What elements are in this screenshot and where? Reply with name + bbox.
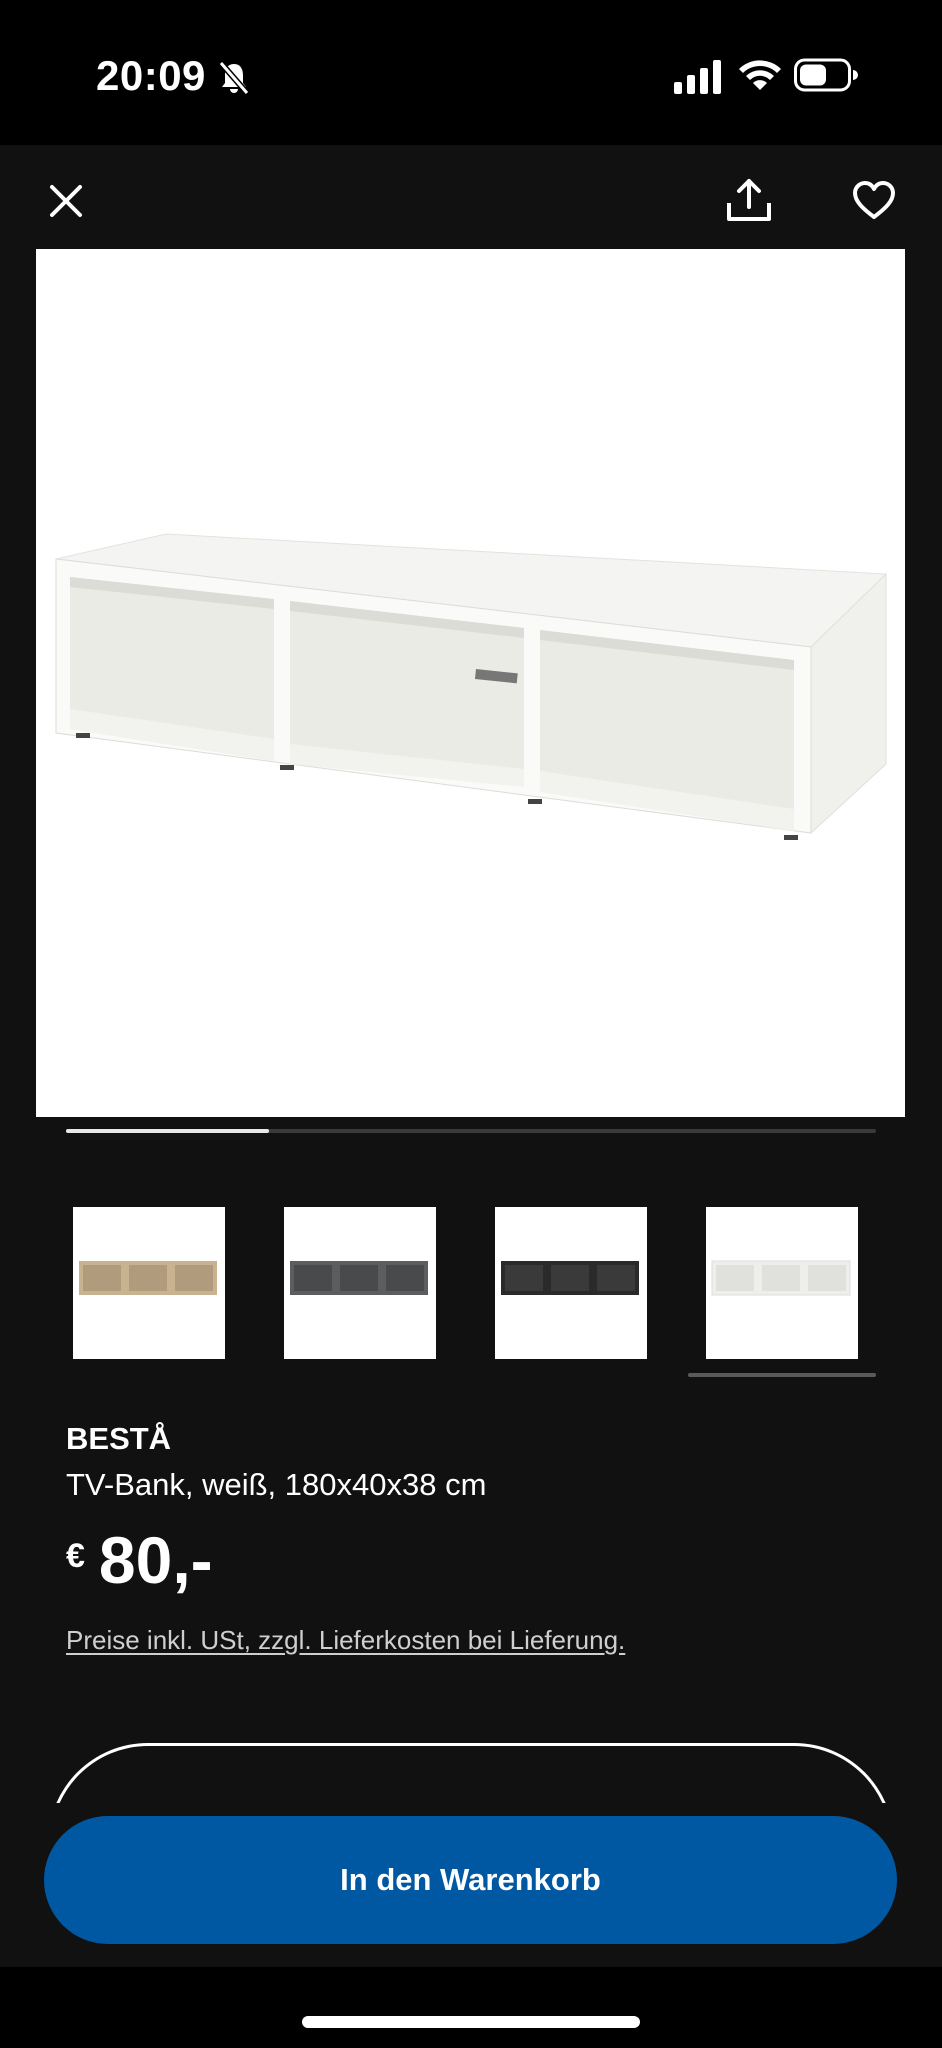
wifi-icon — [739, 60, 781, 90]
home-bar-area — [0, 1967, 942, 2048]
heart-icon — [853, 181, 895, 219]
gallery-progress-fill — [66, 1129, 269, 1133]
color-variant-thumbnails — [0, 1207, 942, 1367]
cellular-signal-icon — [674, 60, 721, 94]
price-note-link[interactable]: Preise inkl. USt, zzgl. Lieferkosten bei… — [66, 1625, 625, 1656]
price-currency: € — [66, 1537, 85, 1575]
variant-thumbnail[interactable] — [284, 1207, 436, 1359]
home-indicator[interactable] — [302, 2016, 640, 2028]
product-page: BESTÅ TV-Bank, weiß, 180x40x38 cm € 80,-… — [0, 145, 942, 1967]
share-button[interactable] — [720, 171, 778, 229]
favorite-button[interactable] — [846, 173, 902, 229]
variant-thumbnail-image — [501, 1261, 639, 1295]
variant-thumbnail-image — [79, 1261, 217, 1295]
selected-variant-indicator — [688, 1373, 876, 1377]
gallery-progress-bar — [66, 1129, 876, 1133]
bell-slash-icon — [218, 61, 250, 95]
share-icon — [727, 179, 771, 221]
variant-thumbnail[interactable] — [495, 1207, 647, 1359]
product-description: TV-Bank, weiß, 180x40x38 cm — [66, 1467, 487, 1502]
close-icon — [50, 185, 82, 217]
battery-icon — [794, 58, 858, 92]
variant-thumbnail-image — [290, 1261, 428, 1295]
variant-thumbnail[interactable] — [73, 1207, 225, 1359]
add-to-cart-button[interactable]: In den Warenkorb — [44, 1816, 897, 1944]
status-time: 20:09 — [96, 52, 206, 99]
variant-thumbnail-image — [711, 1260, 851, 1296]
tv-bench-image — [55, 533, 888, 840]
close-button[interactable] — [40, 175, 92, 227]
status-bar: 20:09 — [0, 0, 942, 145]
price-value: 80,- — [98, 1523, 213, 1597]
variant-thumbnail-selected[interactable] — [706, 1207, 858, 1359]
product-name: BESTÅ — [66, 1421, 172, 1456]
product-price: € 80,- — [66, 1527, 213, 1593]
product-image[interactable] — [36, 249, 905, 1117]
